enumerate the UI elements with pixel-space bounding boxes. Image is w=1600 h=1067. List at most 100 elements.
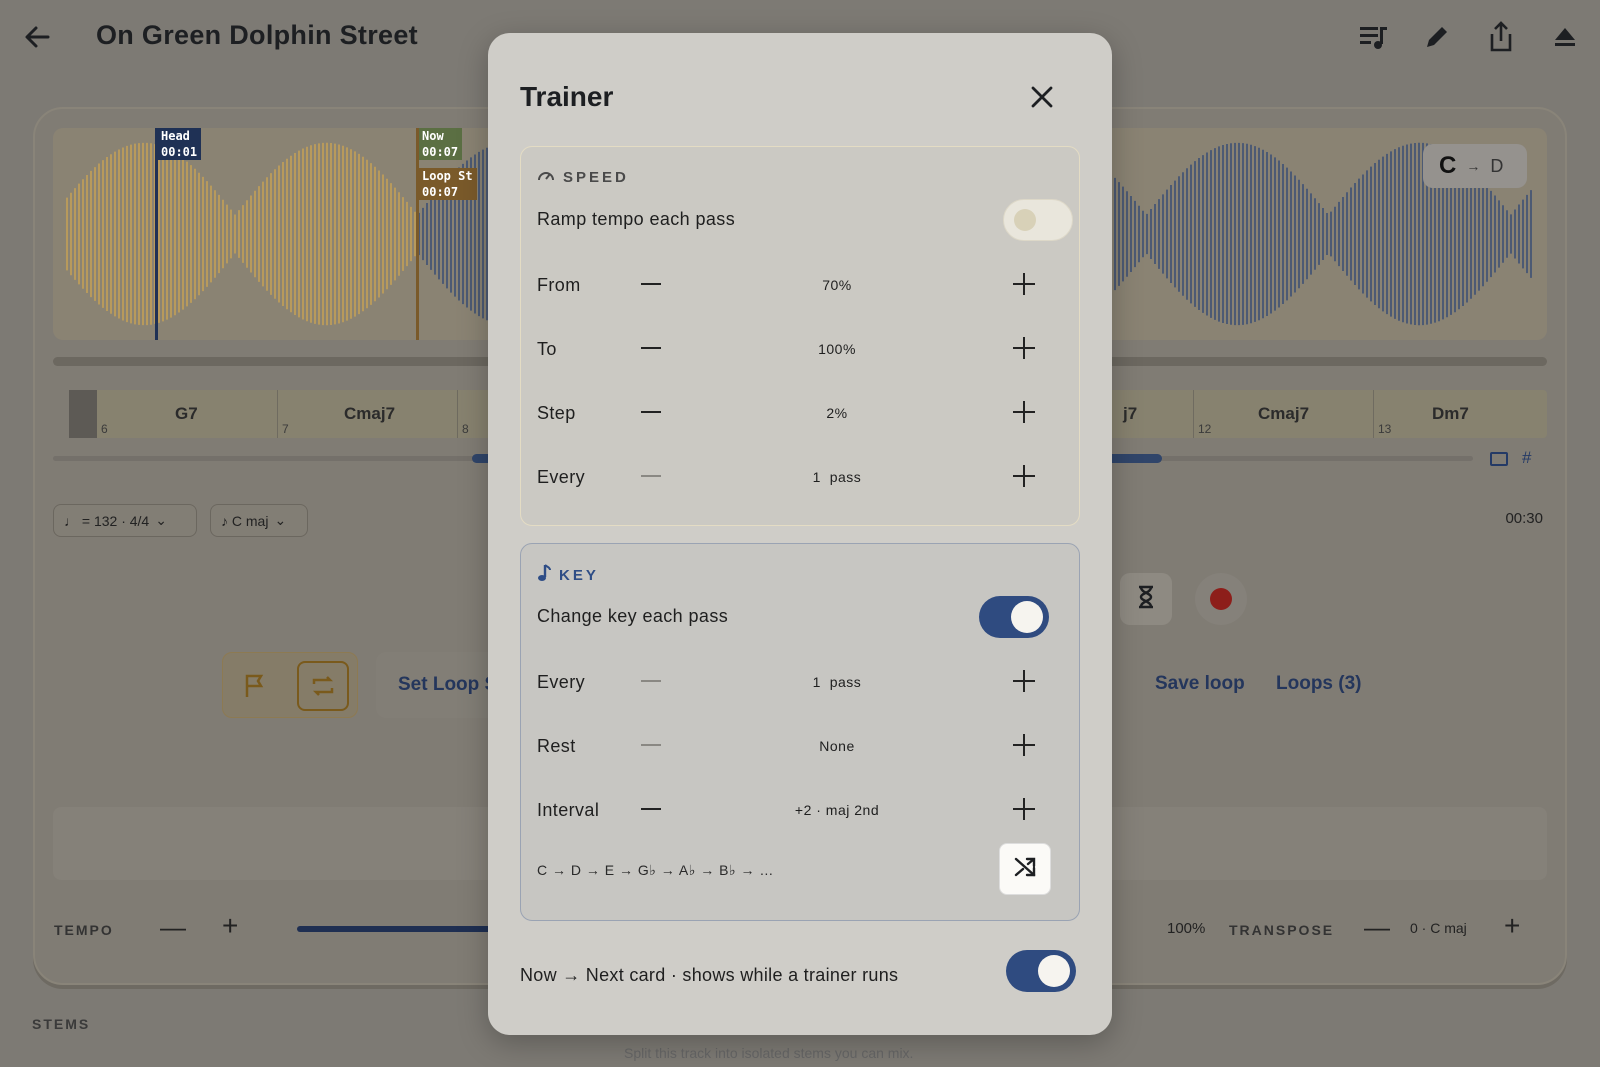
key-every-row: Every 1 pass <box>537 662 1067 702</box>
marker-now-label: Now <box>422 129 444 143</box>
speed-every-decrease-button[interactable] <box>641 475 661 477</box>
next-card-label: Now → Next card · shows while a trainer … <box>520 965 899 985</box>
bar-number: 8 <box>462 422 469 436</box>
marker-now[interactable]: Now 00:07 <box>418 128 463 160</box>
chord-name: Dm7 <box>1432 404 1469 423</box>
speed-every-label: Every <box>537 467 586 487</box>
key-chip-from: C <box>1439 152 1457 179</box>
speed-to-increase-button[interactable] <box>1013 337 1035 359</box>
queue-music-icon[interactable] <box>1356 20 1390 54</box>
key-heading: KEY <box>559 566 599 584</box>
tempo-pill[interactable]: ♩ = 132 · 4/4 ⌄ <box>53 504 197 537</box>
chevron-down-icon: ⌄ <box>274 512 287 528</box>
speed-step-decrease-button[interactable] <box>641 411 661 413</box>
eject-icon[interactable] <box>1548 20 1582 54</box>
marker-head[interactable]: Head 00:01 <box>157 128 202 160</box>
key-rest-label: Rest <box>537 736 576 756</box>
pencil-icon[interactable] <box>1420 20 1454 54</box>
key-pill[interactable]: ♪ C maj ⌄ <box>210 504 308 537</box>
speed-to-value: 100% <box>818 341 856 357</box>
key-rest-decrease-button[interactable] <box>641 744 661 746</box>
arrow-left-icon[interactable] <box>22 22 52 52</box>
key-rest-increase-button[interactable] <box>1013 734 1035 756</box>
tempo-pill-label: ♩ = 132 · 4/4 <box>64 512 150 529</box>
chord-cell[interactable]: Dm7 13 <box>1373 390 1547 438</box>
key-every-increase-button[interactable] <box>1013 670 1035 692</box>
chord-cell[interactable]: Cmaj7 7 <box>277 390 457 438</box>
hourglass-icon <box>1137 585 1155 614</box>
tempo-decrease-button[interactable]: — <box>160 912 186 943</box>
speed-step-row: Step 2% <box>537 393 1067 433</box>
tempo-value: 100% <box>1167 920 1206 937</box>
speed-from-row: From 70% <box>537 265 1067 305</box>
speed-every-value: 1 pass <box>812 469 862 485</box>
dialog-title: Trainer <box>520 81 614 112</box>
ramp-tempo-row: Ramp tempo each pass <box>537 199 1073 241</box>
speed-from-decrease-button[interactable] <box>641 283 661 285</box>
chord-name: j7 <box>1123 404 1138 423</box>
key-rest-value: None <box>819 738 855 754</box>
marker-loop-start[interactable]: Loop St 00:07 <box>418 168 477 200</box>
transpose-increase-button[interactable]: + <box>1504 910 1520 942</box>
speed-every-increase-button[interactable] <box>1013 465 1035 487</box>
hourglass-button[interactable] <box>1120 573 1172 625</box>
chord-name: G7 <box>175 404 198 423</box>
stems-label: STEMS <box>32 1016 91 1032</box>
transpose-label: TRANSPOSE <box>1229 922 1335 938</box>
key-every-decrease-button[interactable] <box>641 680 661 682</box>
key-chip-to: D <box>1490 155 1504 176</box>
ramp-tempo-label: Ramp tempo each pass <box>537 209 736 229</box>
transpose-value: 0 · C maj <box>1410 920 1467 936</box>
chord-strip-current <box>69 390 97 438</box>
key-pill-label: ♪ C maj <box>221 512 269 529</box>
chord-cell[interactable]: G7 6 <box>97 390 277 438</box>
loops-button[interactable]: Loops (3) <box>1276 673 1362 695</box>
stems-description: Split this track into isolated stems you… <box>624 1045 914 1061</box>
key-sequence-preview: C → D → E → G♭ → A♭ → B♭ → … <box>537 862 774 878</box>
music-note-icon <box>537 564 551 586</box>
bar-number: 7 <box>282 422 289 436</box>
ramp-tempo-toggle[interactable] <box>1003 199 1073 241</box>
repeat-icon[interactable] <box>297 661 349 711</box>
record-button[interactable] <box>1195 573 1247 625</box>
change-key-toggle[interactable] <box>979 596 1049 638</box>
key-interval-increase-button[interactable] <box>1013 798 1035 820</box>
key-every-label: Every <box>537 672 586 692</box>
duration-label: 00:30 <box>1505 510 1543 527</box>
speed-from-increase-button[interactable] <box>1013 273 1035 295</box>
grid-icon[interactable]: # <box>1522 448 1531 468</box>
transpose-decrease-button[interactable]: — <box>1364 912 1390 943</box>
save-loop-button[interactable]: Save loop <box>1155 673 1245 695</box>
close-icon[interactable] <box>1026 81 1058 113</box>
tempo-slider[interactable] <box>297 926 497 932</box>
toggle-knob <box>1038 955 1070 987</box>
shuffle-button[interactable] <box>999 843 1051 895</box>
chord-name: Cmaj7 <box>344 404 396 423</box>
speed-step-label: Step <box>537 403 576 423</box>
shuffle-icon <box>1014 856 1036 883</box>
chord-cell[interactable]: j7 <box>1109 390 1189 438</box>
speed-to-decrease-button[interactable] <box>641 347 661 349</box>
marker-head-label: Head <box>161 129 190 143</box>
speed-to-row: To 100% <box>537 329 1067 369</box>
chord-cell[interactable]: Cmaj7 12 <box>1193 390 1373 438</box>
bar-number: 12 <box>1198 422 1212 436</box>
toggle-knob <box>1014 209 1036 231</box>
next-card-toggle[interactable] <box>1006 950 1076 992</box>
split-view-icon[interactable] <box>1490 452 1508 466</box>
trainer-dialog: Trainer SPEED Ramp tempo each pass From … <box>488 33 1112 1035</box>
speedometer-icon <box>537 167 555 187</box>
loop-start-line <box>416 128 419 340</box>
bar-number: 13 <box>1378 422 1392 436</box>
set-loop-button[interactable]: Set Loop S <box>376 652 506 718</box>
flag-icon[interactable] <box>229 661 281 711</box>
speed-from-value: 70% <box>822 277 852 293</box>
loop-mode-group <box>222 652 358 718</box>
chord-name: Cmaj7 <box>1258 404 1310 423</box>
share-icon[interactable] <box>1484 20 1518 54</box>
tempo-increase-button[interactable]: + <box>222 910 238 942</box>
key-change-chip: C → D <box>1423 144 1527 188</box>
speed-step-increase-button[interactable] <box>1013 401 1035 423</box>
key-interval-decrease-button[interactable] <box>641 808 661 810</box>
key-interval-row: Interval +2 · maj 2nd <box>537 790 1067 830</box>
